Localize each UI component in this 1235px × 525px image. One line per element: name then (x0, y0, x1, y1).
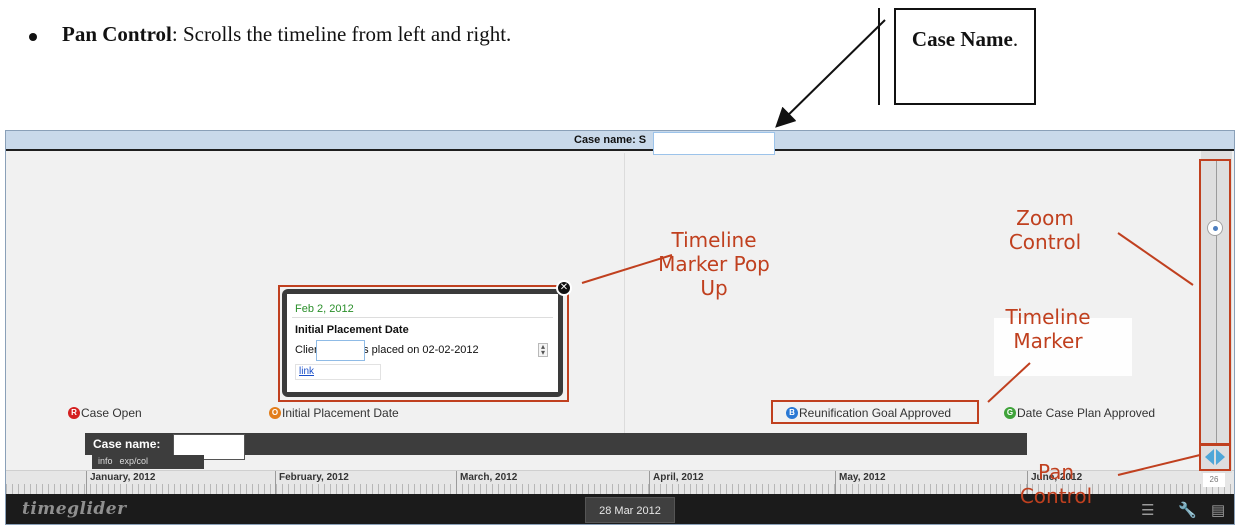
annotation-lines (581, 19, 1201, 476)
marker-pointer-line (987, 362, 1031, 403)
pan-pointer-line (1117, 454, 1201, 476)
case-name-arrow (775, 19, 886, 128)
popup-pointer-line (581, 254, 673, 284)
zoom-pointer-line (1117, 232, 1194, 286)
